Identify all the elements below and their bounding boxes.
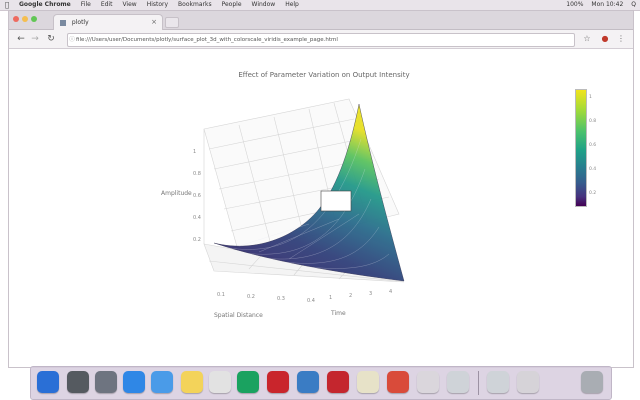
browser-tab[interactable]: plotly × bbox=[53, 14, 163, 30]
address-bar[interactable]: ⓘfile:///Users/user/Documents/plotly/sur… bbox=[67, 33, 575, 47]
browser-toolbar: ← → ↻ ⓘfile:///Users/user/Documents/plot… bbox=[9, 30, 633, 49]
z-tick: 0.8 bbox=[193, 171, 201, 177]
window-icon-4[interactable] bbox=[517, 371, 539, 393]
x-tick: 0.3 bbox=[277, 296, 285, 302]
surface-plot-3d[interactable]: 0.1 0.2 0.3 0.4 1 2 3 4 0.2 0.4 0.6 0.8 … bbox=[9, 49, 633, 367]
tab-close-icon[interactable]: × bbox=[151, 15, 157, 30]
menu-file[interactable]: File bbox=[76, 0, 96, 10]
x-axis-ticks: 0.1 0.2 0.3 0.4 bbox=[217, 292, 315, 304]
reload-icon[interactable]: ↻ bbox=[45, 33, 57, 45]
hover-tooltip bbox=[320, 190, 352, 212]
x-tick: 0.1 bbox=[217, 292, 225, 298]
window-icon-3[interactable] bbox=[487, 371, 509, 393]
x-axis-title: Spatial Distance bbox=[214, 312, 263, 319]
colorbar-gradient bbox=[575, 89, 587, 207]
colorbar-tick: 0.4 bbox=[589, 167, 597, 172]
z-axis-title: Amplitude bbox=[161, 190, 192, 197]
favicon-icon bbox=[60, 19, 66, 26]
photos-icon[interactable] bbox=[387, 371, 409, 393]
trash-icon[interactable] bbox=[581, 371, 603, 393]
new-tab-button[interactable] bbox=[165, 17, 179, 28]
zoom-window-icon[interactable] bbox=[31, 16, 37, 22]
finder-icon[interactable] bbox=[37, 371, 59, 393]
forward-icon[interactable]: → bbox=[29, 33, 41, 45]
minimize-window-icon[interactable] bbox=[22, 16, 28, 22]
page-info-icon[interactable]: ⓘ bbox=[68, 34, 76, 46]
safari-icon[interactable] bbox=[123, 371, 145, 393]
x-tick: 0.4 bbox=[307, 298, 315, 304]
extension-icon[interactable]: ● bbox=[599, 33, 611, 45]
tab-title: plotly bbox=[71, 19, 89, 26]
chrome-menu-icon[interactable]: ⋮ bbox=[615, 33, 627, 45]
menu-help[interactable]: Help bbox=[280, 0, 304, 10]
z-tick: 0.4 bbox=[193, 215, 201, 221]
preview-icon[interactable] bbox=[357, 371, 379, 393]
mission-control-icon[interactable] bbox=[95, 371, 117, 393]
z-tick: 0.6 bbox=[193, 193, 201, 199]
acrobat-icon[interactable] bbox=[267, 371, 289, 393]
window-controls bbox=[13, 16, 37, 22]
menu-edit[interactable]: Edit bbox=[96, 0, 118, 10]
y-tick: 1 bbox=[329, 295, 332, 301]
window-icon[interactable] bbox=[417, 371, 439, 393]
y-axis-title: Time bbox=[330, 310, 346, 317]
page-content: Effect of Parameter Variation on Output … bbox=[9, 49, 633, 367]
dock bbox=[30, 366, 612, 400]
x-tick: 0.2 bbox=[247, 294, 255, 300]
spotlight-icon[interactable]: Q bbox=[627, 0, 640, 10]
colorbar: 1 0.8 0.6 0.4 0.2 bbox=[575, 89, 615, 207]
menubar-status: 100% Mon 10:42 Q bbox=[562, 0, 640, 10]
z-axis-ticks: 0.2 0.4 0.6 0.8 1 bbox=[193, 149, 201, 243]
menu-bookmarks[interactable]: Bookmarks bbox=[173, 0, 217, 10]
z-tick: 1 bbox=[193, 149, 196, 155]
menu-view[interactable]: View bbox=[117, 0, 141, 10]
y-axis-ticks: 1 2 3 4 bbox=[329, 289, 392, 301]
calendar-icon[interactable] bbox=[209, 371, 231, 393]
notes-icon[interactable] bbox=[181, 371, 203, 393]
activity-icon[interactable] bbox=[297, 371, 319, 393]
menu-history[interactable]: History bbox=[142, 0, 173, 10]
close-window-icon[interactable] bbox=[13, 16, 19, 22]
chrome-icon[interactable] bbox=[237, 371, 259, 393]
bookmark-star-icon[interactable]: ☆ bbox=[581, 33, 593, 45]
colorbar-tick: 1 bbox=[589, 95, 592, 100]
z-tick: 0.2 bbox=[193, 237, 201, 243]
y-tick: 2 bbox=[349, 293, 352, 299]
mail-icon[interactable] bbox=[151, 371, 173, 393]
apple-menu-icon[interactable]:  bbox=[0, 0, 14, 10]
colorbar-tick: 0.8 bbox=[589, 119, 597, 124]
colorbar-tick: 0.2 bbox=[589, 191, 597, 196]
address-url: file:///Users/user/Documents/plotly/surf… bbox=[76, 37, 338, 43]
battery-status[interactable]: 100% bbox=[562, 0, 587, 10]
menu-people[interactable]: People bbox=[217, 0, 247, 10]
back-icon[interactable]: ← bbox=[15, 33, 27, 45]
colorbar-tick: 0.6 bbox=[589, 143, 597, 148]
y-tick: 4 bbox=[389, 289, 392, 295]
y-tick: 3 bbox=[369, 291, 372, 297]
dock-separator bbox=[478, 371, 479, 395]
clock[interactable]: Mon 10:42 bbox=[587, 0, 627, 10]
window-icon-2[interactable] bbox=[447, 371, 469, 393]
browser-window: plotly × ← → ↻ ⓘfile:///Users/user/Docum… bbox=[8, 10, 634, 368]
menu-window[interactable]: Window bbox=[247, 0, 281, 10]
pdf-icon[interactable] bbox=[327, 371, 349, 393]
tab-strip: plotly × bbox=[9, 11, 633, 30]
menu-app-name[interactable]: Google Chrome bbox=[14, 0, 76, 10]
launchpad-icon[interactable] bbox=[67, 371, 89, 393]
